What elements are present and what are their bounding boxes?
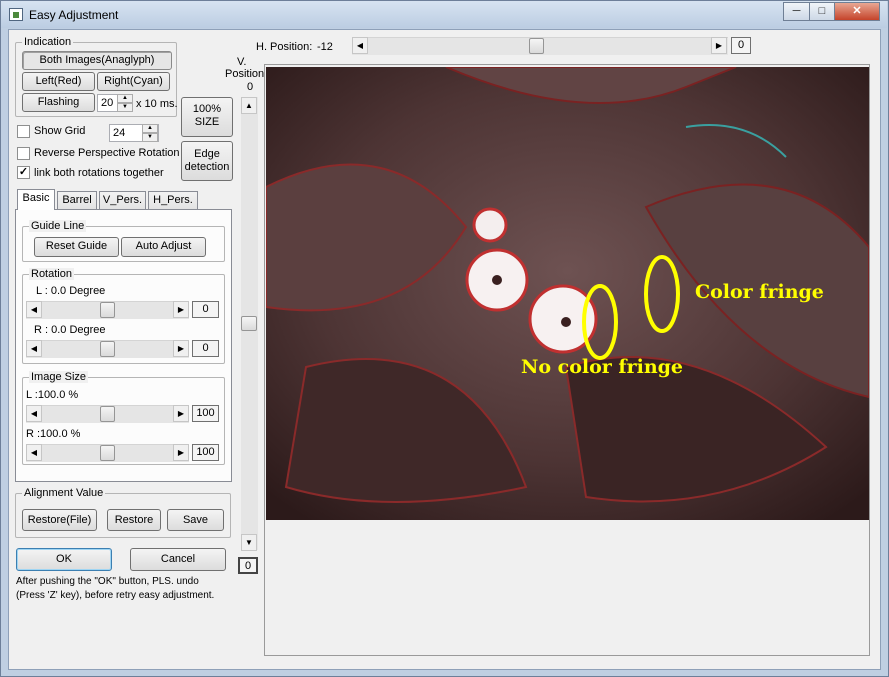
v-position-value: 0 xyxy=(247,81,254,93)
image-size-label: Image Size xyxy=(29,371,89,383)
size-label: SIZE xyxy=(194,116,220,128)
rotation-l-text: L : 0.0 Degree xyxy=(36,285,106,297)
restore-button[interactable]: Restore xyxy=(107,509,161,531)
image-size-l-text: L :100.0 % xyxy=(26,389,79,401)
app-icon xyxy=(9,8,23,21)
tab-h-pers[interactable]: H_Pers. xyxy=(148,191,198,209)
reverse-perspective-label: Reverse Perspective Rotation xyxy=(34,147,180,159)
rotation-r-left-icon[interactable]: ◀ xyxy=(26,340,42,357)
title-bar[interactable]: Easy Adjustment ─ □ ✕ xyxy=(1,1,887,28)
note-line-1: After pushing the "OK" button, PLS. undo xyxy=(16,576,199,587)
rotation-l-left-icon[interactable]: ◀ xyxy=(26,301,42,318)
v-position-zero-button[interactable]: 0 xyxy=(238,557,258,574)
image-size-r-text: R :100.0 % xyxy=(26,428,81,440)
rotation-l-right-icon[interactable]: ▶ xyxy=(173,301,189,318)
rotation-l-value-button[interactable]: 0 xyxy=(192,301,219,318)
rotation-r-right-icon[interactable]: ▶ xyxy=(173,340,189,357)
image-size-l-left-icon[interactable]: ◀ xyxy=(26,405,42,422)
both-images-button[interactable]: Both Images(Anaglyph) xyxy=(22,51,172,70)
v-position-down-icon[interactable]: ▼ xyxy=(241,534,257,551)
edge-label: Edge xyxy=(194,148,220,160)
flower-1 xyxy=(472,207,508,243)
v-position-up-icon[interactable]: ▲ xyxy=(241,97,257,114)
no-color-fringe-annotation: No color fringe xyxy=(521,356,684,378)
grid-down-icon[interactable]: ▼ xyxy=(142,133,158,142)
ok-button[interactable]: OK xyxy=(16,548,112,571)
tab-barrel[interactable]: Barrel xyxy=(57,191,97,209)
image-size-r-thumb[interactable] xyxy=(100,445,115,461)
rotation-r-value-button[interactable]: 0 xyxy=(192,340,219,357)
auto-adjust-button[interactable]: Auto Adjust xyxy=(121,237,206,257)
h-position-value: -12 xyxy=(317,41,333,53)
alignment-label: Alignment Value xyxy=(22,487,106,499)
window-title: Easy Adjustment xyxy=(29,8,119,22)
image-size-l-right-icon[interactable]: ▶ xyxy=(173,405,189,422)
link-rotations-checkbox[interactable]: ✓ xyxy=(17,166,30,179)
edge-detection-button[interactable]: Edge detection xyxy=(181,141,233,181)
restore-file-button[interactable]: Restore(File) xyxy=(22,509,97,531)
flash-down-icon[interactable]: ▼ xyxy=(117,103,133,112)
v-position-label-1: V. xyxy=(237,56,247,68)
image-size-l-thumb[interactable] xyxy=(100,406,115,422)
h-position-zero-button[interactable]: 0 xyxy=(731,37,751,54)
image-size-l-value-button[interactable]: 100 xyxy=(192,405,219,422)
show-grid-label: Show Grid xyxy=(34,125,86,137)
flash-unit-label: x 10 ms. xyxy=(136,98,178,110)
rotation-label: Rotation xyxy=(29,268,74,280)
left-red-button[interactable]: Left(Red) xyxy=(22,72,95,91)
rotation-r-text: R : 0.0 Degree xyxy=(34,324,106,336)
cancel-button[interactable]: Cancel xyxy=(130,548,226,571)
v-position-label-2: Position xyxy=(225,68,265,80)
tab-v-pers[interactable]: V_Pers. xyxy=(99,191,146,209)
color-fringe-annotation: Color fringe xyxy=(695,281,824,303)
guide-line-label: Guide Line xyxy=(29,220,87,232)
reverse-perspective-checkbox[interactable] xyxy=(17,147,30,160)
flashing-button[interactable]: Flashing xyxy=(22,93,95,112)
h-position-label: H. Position: xyxy=(256,41,313,53)
indication-label: Indication xyxy=(22,36,74,48)
h-position-right-icon[interactable]: ▶ xyxy=(711,37,727,54)
link-rotations-label: link both rotations together xyxy=(34,167,164,179)
show-grid-checkbox[interactable] xyxy=(17,125,30,138)
close-button[interactable]: ✕ xyxy=(834,2,880,21)
detection-label: detection xyxy=(184,161,230,173)
anaglyph-photo: Color fringe No color fringe xyxy=(266,67,869,520)
maximize-button[interactable]: □ xyxy=(809,2,835,21)
size-100-button[interactable]: 100% SIZE xyxy=(181,97,233,137)
save-button[interactable]: Save xyxy=(167,509,224,531)
right-cyan-button[interactable]: Right(Cyan) xyxy=(97,72,170,91)
image-size-r-value-button[interactable]: 100 xyxy=(192,444,219,461)
note-line-2: (Press 'Z' key), before retry easy adjus… xyxy=(16,590,215,601)
h-position-thumb[interactable] xyxy=(529,38,544,54)
tab-basic[interactable]: Basic xyxy=(17,189,55,210)
v-position-thumb[interactable] xyxy=(241,316,257,331)
reset-guide-button[interactable]: Reset Guide xyxy=(34,237,119,257)
flower-2 xyxy=(465,248,529,312)
image-size-r-left-icon[interactable]: ◀ xyxy=(26,444,42,461)
flash-up-icon[interactable]: ▲ xyxy=(117,94,133,103)
size-100-label: 100% xyxy=(192,103,222,115)
rotation-r-thumb[interactable] xyxy=(100,341,115,357)
grid-up-icon[interactable]: ▲ xyxy=(142,124,158,133)
image-size-r-right-icon[interactable]: ▶ xyxy=(173,444,189,461)
minimize-button[interactable]: ─ xyxy=(783,2,810,21)
rotation-l-thumb[interactable] xyxy=(100,302,115,318)
h-position-left-icon[interactable]: ◀ xyxy=(352,37,368,54)
